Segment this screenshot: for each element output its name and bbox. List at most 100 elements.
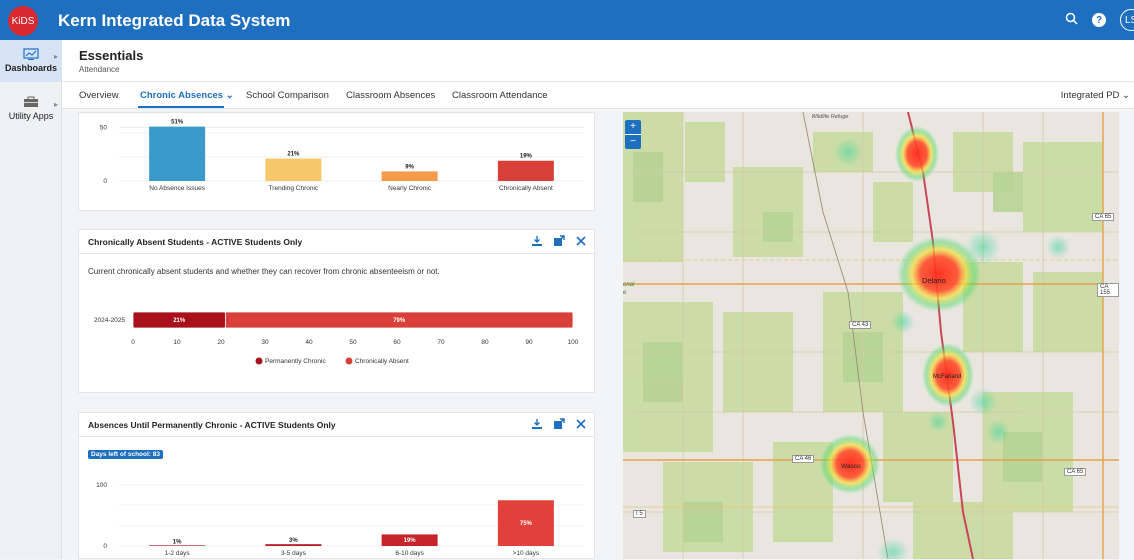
tab-classroom-absences[interactable]: Classroom Absences (346, 90, 435, 101)
bar[interactable] (149, 126, 206, 181)
toolbox-icon (24, 96, 38, 107)
road-label: CA 46 (792, 455, 815, 463)
zoom-in-button[interactable]: + (625, 120, 641, 135)
tab-overview[interactable]: Overview (79, 90, 119, 101)
bar-data-label: 19% (404, 538, 417, 544)
bar[interactable] (381, 171, 438, 181)
legend-label[interactable]: Chronically Absent (355, 358, 409, 365)
search-icon[interactable] (1065, 12, 1078, 28)
legend-swatch (345, 357, 353, 365)
sidebar-item-label: Utility Apps (8, 111, 54, 121)
x-tick-label: 100 (568, 339, 579, 346)
tab-school-comparison[interactable]: School Comparison (246, 90, 329, 101)
road-label: CA 65 (1064, 468, 1087, 476)
x-tick-label: No Absence Issues (149, 185, 205, 192)
place-label-mcfarland: McFarland (933, 374, 962, 380)
user-avatar[interactable]: LS (1120, 9, 1134, 31)
sidebar: Dashboards ▸ Utility Apps ▸ (0, 40, 62, 559)
top-bar-actions: ? LS (1065, 0, 1134, 40)
legend-swatch (255, 357, 263, 365)
y-tick-label: 100 (96, 482, 107, 489)
absences-until-chronic-chart: 0 100 1% 1-2 days 3% 3-5 days 19% 6-10 days 75%… (96, 482, 584, 557)
chevron-right-icon: ▸ (53, 52, 58, 61)
legend-label[interactable]: Permanently Chronic (265, 358, 326, 365)
tab-chronic-absences[interactable]: Chronic Absences ⌄ (140, 90, 234, 101)
x-tick-label: 10 (173, 339, 181, 346)
x-tick-label: 0 (131, 339, 135, 346)
map-canvas (623, 112, 1119, 559)
x-tick-label: 60 (393, 339, 401, 346)
tab-label: Chronic Absences (140, 90, 224, 101)
right-edge (1121, 109, 1134, 559)
bar-data-label: 79% (393, 318, 406, 324)
tab-classroom-attendance[interactable]: Classroom Attendance (452, 90, 548, 101)
zoom-out-button[interactable]: − (625, 135, 641, 149)
bar-data-label: 75% (520, 521, 533, 527)
page-title: Essentials (79, 48, 144, 63)
bar[interactable] (265, 544, 322, 546)
road-label: I 5 (633, 510, 646, 518)
absences-until-chronic-panel: Absences Until Permanently Chronic - ACT… (78, 412, 595, 559)
chevron-right-icon: ▸ (53, 100, 58, 109)
x-tick-label: 70 (437, 339, 445, 346)
x-tick-label: >10 days (513, 550, 540, 557)
y-tick-label: 0 (103, 178, 107, 185)
app-logo[interactable]: KiDS (8, 6, 38, 36)
road-label: CA 43 (849, 321, 872, 329)
place-label-wasco: Wasco (841, 463, 861, 470)
stacked-bar-chart: 2024-2025 21% 79% 0 10 20 30 40 50 60 70 80 90 100 Per… (94, 311, 579, 365)
absence-categories-panel: 0 50 51% No Absence Issues 21% Trending Chro… (78, 112, 595, 211)
x-tick-label: Trending Chronic (269, 185, 319, 192)
x-tick-label: 3-5 days (281, 550, 307, 557)
dashboard-icon (23, 48, 39, 60)
bar[interactable] (497, 160, 554, 181)
y-tick-label: 50 (100, 125, 108, 132)
sidebar-item-utility-apps[interactable]: Utility Apps ▸ (0, 88, 62, 121)
zoom-controls: + − (625, 120, 641, 149)
dropdown-label: Integrated PD (1060, 90, 1120, 101)
sidebar-item-label: Dashboards (4, 63, 57, 73)
x-tick-label: 30 (261, 339, 269, 346)
x-tick-label: 80 (481, 339, 489, 346)
x-tick-label: Nearly Chronic (388, 185, 432, 192)
top-bar: KiDS Kern Integrated Data System ? LS (0, 0, 1134, 40)
bar-data-label: 21% (173, 318, 186, 324)
x-tick-label: 20 (217, 339, 225, 346)
bar-data-label: 1% (173, 539, 182, 545)
x-tick-label: 1-2 days (165, 550, 191, 557)
bar-data-label: 19% (520, 154, 533, 160)
place-label-national: onal (623, 282, 635, 288)
heat-map[interactable]: + − CA 65 CA 155 CA 43 CA 46 CA 65 I 5 D… (623, 112, 1119, 559)
page-header: Essentials Attendance (62, 40, 1134, 82)
chart-bars: 1% 1-2 days 3% 3-5 days 19% 6-10 days 75% >10 d… (149, 500, 554, 557)
app-title: Kern Integrated Data System (58, 11, 291, 30)
place-label-delano: Delano (922, 276, 946, 285)
road-label: CA 155 (1097, 283, 1119, 297)
bar-data-label: 9% (405, 164, 414, 170)
active-tab-indicator (138, 106, 224, 108)
x-tick-label: 40 (305, 339, 313, 346)
x-tick-label: Chronically Absent (499, 185, 553, 192)
bar-data-label: 51% (171, 120, 184, 126)
chronically-absent-chart: 2024-2025 21% 79% 0 10 20 30 40 50 60 70 80 90 100 Per… (94, 311, 579, 365)
road-label: CA 65 (1092, 213, 1115, 221)
y-category-label: 2024-2025 (94, 317, 125, 324)
integrated-pd-dropdown[interactable]: Integrated PD ⌄ (1061, 90, 1130, 101)
place-label-wildlife-refuge: Wildlife Refuge (811, 114, 849, 120)
bar-data-label: 21% (287, 152, 300, 158)
chevron-down-icon: ⌄ (225, 90, 234, 101)
y-tick-label: 0 (103, 543, 107, 550)
chronically-absent-panel: Chronically Absent Students - ACTIVE Stu… (78, 229, 595, 393)
x-tick-label: 90 (525, 339, 533, 346)
x-tick-label: 50 (349, 339, 357, 346)
help-icon[interactable]: ? (1092, 13, 1106, 27)
bar-data-label: 3% (289, 538, 298, 544)
x-tick-label: 6-10 days (395, 550, 424, 557)
tab-bar: Overview Chronic Absences ⌄ School Compa… (62, 82, 1134, 109)
sidebar-item-dashboards[interactable]: Dashboards ▸ (0, 40, 62, 82)
absence-categories-chart: 0 50 51% No Absence Issues 21% Trending Chro… (100, 120, 584, 192)
place-label-e: e (623, 290, 627, 296)
page-subtitle: Attendance (79, 65, 120, 74)
bar[interactable] (149, 545, 206, 546)
bar[interactable] (265, 158, 322, 181)
